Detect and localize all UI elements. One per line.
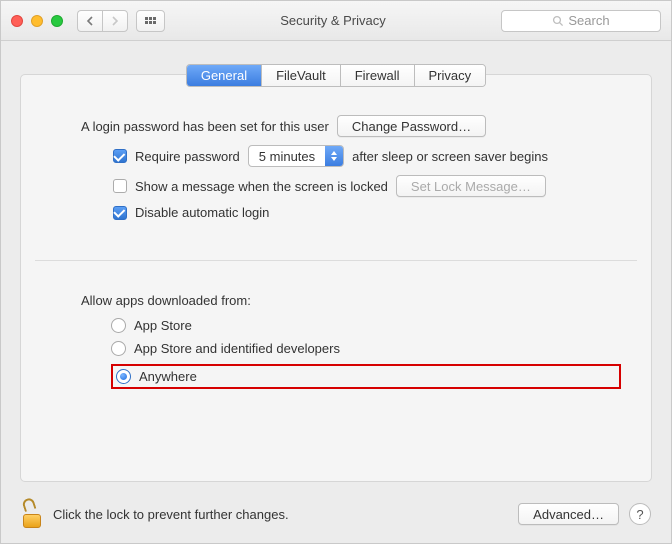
section-divider xyxy=(35,260,637,261)
password-set-text: A login password has been set for this u… xyxy=(81,119,329,134)
require-password-checkbox[interactable] xyxy=(113,149,127,163)
require-password-delay-popup[interactable]: 5 minutes xyxy=(248,145,344,167)
tab-general[interactable]: General xyxy=(187,65,262,86)
grid-icon xyxy=(145,17,156,24)
help-button[interactable]: ? xyxy=(629,503,651,525)
window-title: Security & Privacy xyxy=(173,13,493,28)
anywhere-highlight: Anywhere xyxy=(111,364,621,389)
tab-privacy[interactable]: Privacy xyxy=(415,65,486,86)
radio-identified-developers[interactable] xyxy=(111,341,126,356)
nav-buttons xyxy=(77,10,128,32)
require-password-suffix: after sleep or screen saver begins xyxy=(352,149,548,164)
login-section: A login password has been set for this u… xyxy=(81,115,621,228)
radio-app-store[interactable] xyxy=(111,318,126,333)
radio-anywhere[interactable] xyxy=(116,369,131,384)
lock-text: Click the lock to prevent further change… xyxy=(53,507,289,522)
tab-firewall[interactable]: Firewall xyxy=(341,65,415,86)
search-icon xyxy=(552,15,564,27)
minimize-button[interactable] xyxy=(31,15,43,27)
gatekeeper-section: Allow apps downloaded from: App Store Ap… xyxy=(81,293,621,389)
gatekeeper-options: App Store App Store and identified devel… xyxy=(111,318,621,389)
security-privacy-window: Security & Privacy Search General FileVa… xyxy=(0,0,672,544)
advanced-button[interactable]: Advanced… xyxy=(518,503,619,525)
back-button[interactable] xyxy=(77,10,102,32)
window-controls xyxy=(11,15,63,27)
stepper-arrows-icon xyxy=(325,146,343,166)
forward-button[interactable] xyxy=(102,10,128,32)
tab-filevault[interactable]: FileVault xyxy=(262,65,341,86)
chevron-left-icon xyxy=(86,16,94,26)
require-password-delay-value: 5 minutes xyxy=(249,149,325,164)
search-placeholder: Search xyxy=(568,13,609,28)
change-password-button[interactable]: Change Password… xyxy=(337,115,486,137)
set-lock-message-button[interactable]: Set Lock Message… xyxy=(396,175,546,197)
search-input[interactable]: Search xyxy=(501,10,661,32)
require-password-label: Require password xyxy=(135,149,240,164)
footer: Click the lock to prevent further change… xyxy=(1,485,671,543)
show-all-button[interactable] xyxy=(136,10,165,32)
tab-bar: General FileVault Firewall Privacy xyxy=(21,64,651,87)
lock-icon[interactable] xyxy=(21,500,43,528)
radio-anywhere-label: Anywhere xyxy=(139,369,197,384)
preferences-panel: General FileVault Firewall Privacy A log… xyxy=(20,74,652,482)
zoom-button[interactable] xyxy=(51,15,63,27)
titlebar: Security & Privacy Search xyxy=(1,1,671,41)
show-message-checkbox[interactable] xyxy=(113,179,127,193)
disable-auto-login-label: Disable automatic login xyxy=(135,205,269,220)
show-message-label: Show a message when the screen is locked xyxy=(135,179,388,194)
radio-app-store-label: App Store xyxy=(134,318,192,333)
radio-identified-developers-label: App Store and identified developers xyxy=(134,341,340,356)
disable-auto-login-checkbox[interactable] xyxy=(113,206,127,220)
chevron-right-icon xyxy=(111,16,119,26)
gatekeeper-heading: Allow apps downloaded from: xyxy=(81,293,621,308)
close-button[interactable] xyxy=(11,15,23,27)
content-area: General FileVault Firewall Privacy A log… xyxy=(1,41,671,485)
